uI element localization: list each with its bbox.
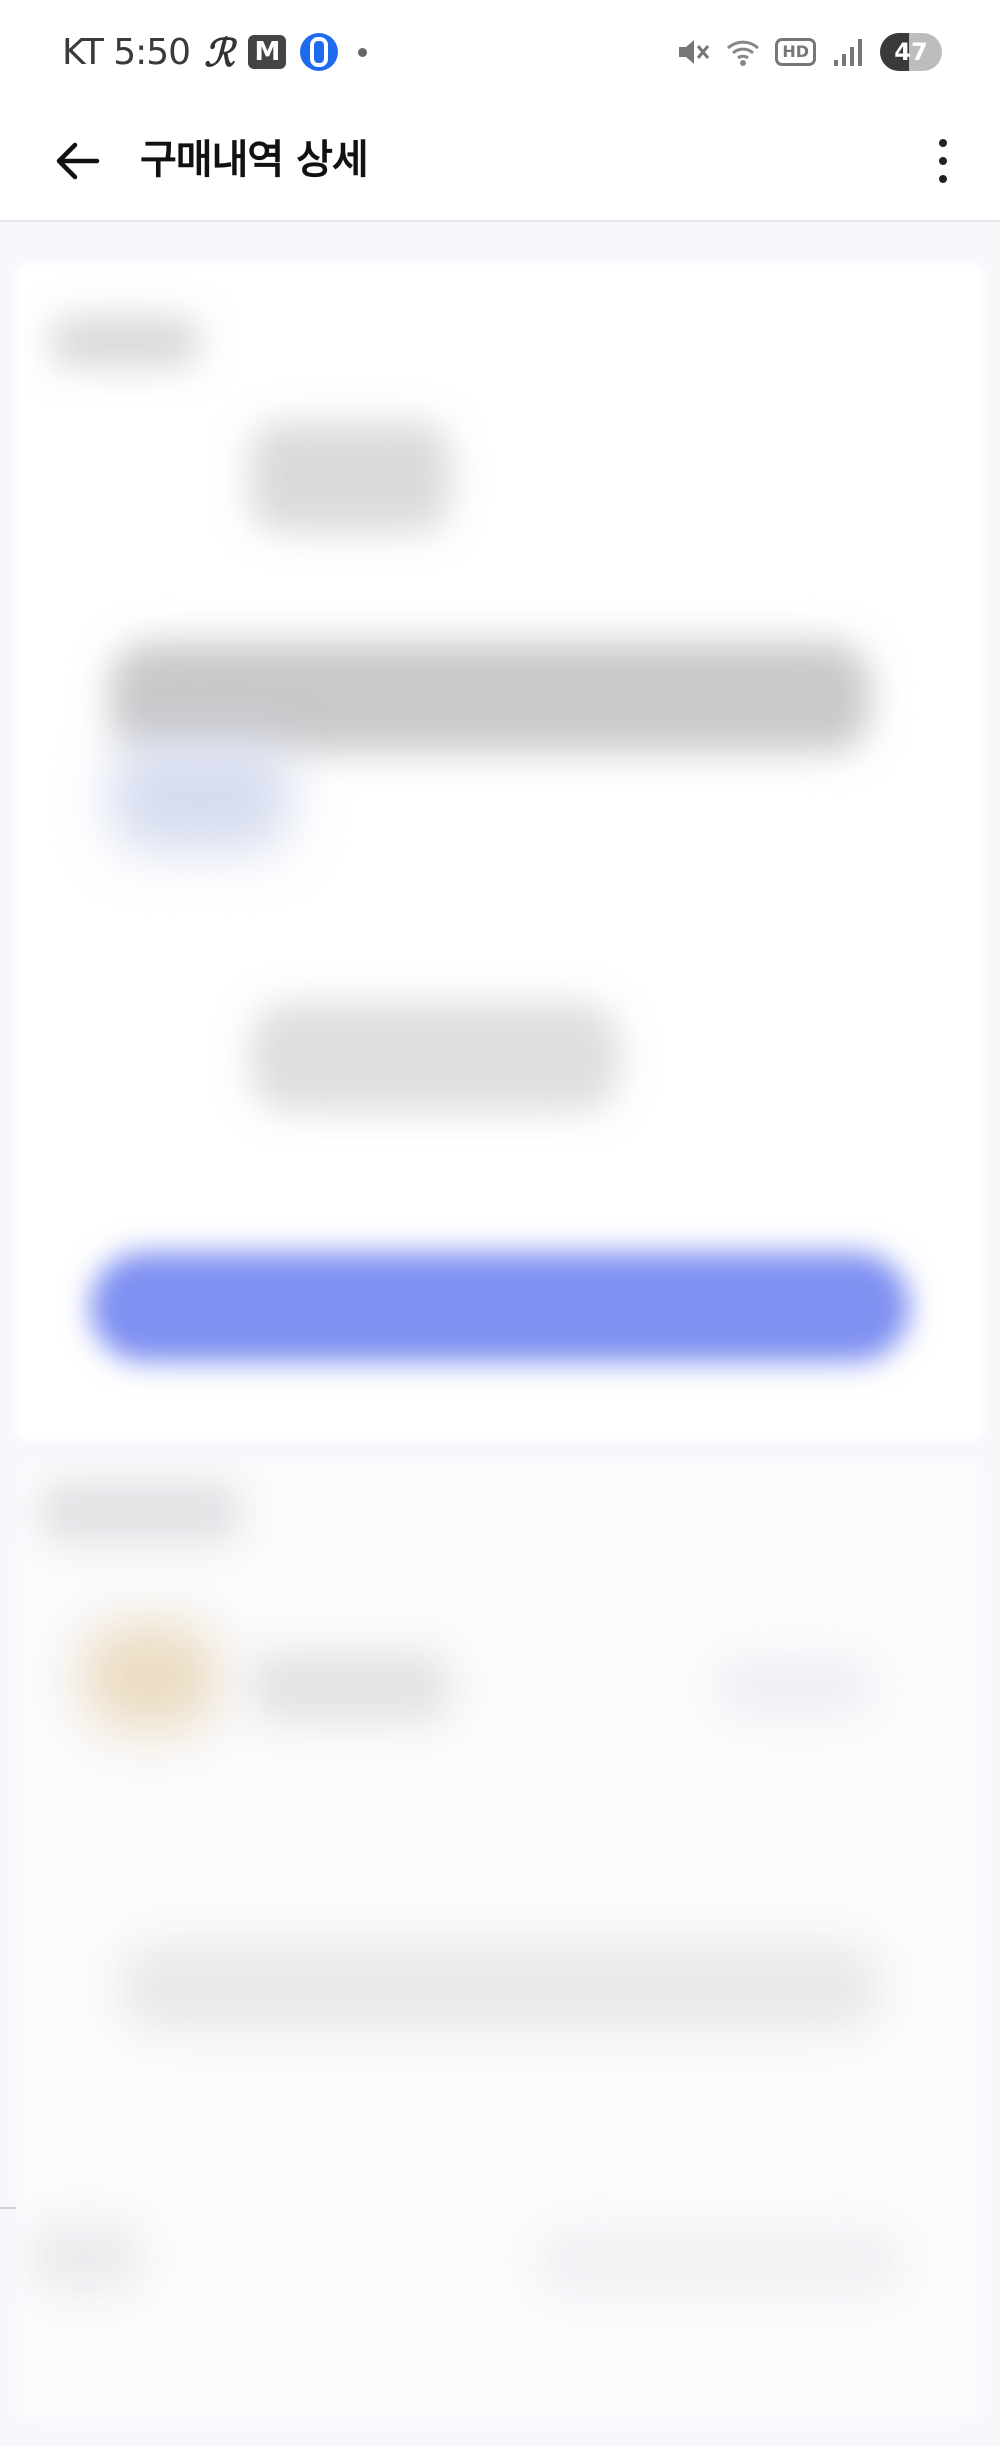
- blurred-payment-logo: [80, 1622, 220, 1732]
- status-bar: KT 5:50 ℛ M HD 47: [0, 0, 1000, 104]
- notification-dot-icon: [358, 47, 368, 57]
- battery-icon: 47: [880, 33, 942, 71]
- blurred-product-thumb: [110, 742, 290, 852]
- app-r-icon: ℛ: [204, 29, 235, 75]
- status-right: HD 47: [675, 30, 942, 74]
- blurred-product-description: [110, 642, 870, 752]
- hd-voice-icon: HD: [775, 38, 816, 66]
- status-left: KT 5:50 ℛ M: [62, 28, 368, 76]
- arrow-left-icon: [56, 142, 100, 180]
- blurred-price: [250, 1002, 620, 1112]
- blurred-payment-label: [40, 1482, 240, 1542]
- more-options-button[interactable]: [910, 126, 976, 196]
- purchase-detail-content: [0, 222, 1000, 2446]
- app-bar: 구매내역 상세: [0, 104, 1000, 222]
- blurred-product-name: [250, 422, 450, 532]
- blurred-payment-note: [120, 1942, 880, 2032]
- more-vertical-icon: [939, 139, 947, 147]
- blurred-footer-value: [540, 2232, 900, 2292]
- blurred-primary-button[interactable]: [90, 1252, 910, 1362]
- battery-level: 47: [894, 38, 928, 66]
- blurred-payment-method: [250, 1652, 450, 1722]
- signal-icon: [830, 34, 866, 70]
- app-o-icon: [300, 33, 339, 71]
- blurred-footer-label: [30, 2222, 140, 2292]
- blurred-section-label: [50, 317, 200, 367]
- back-button[interactable]: [44, 128, 110, 194]
- wifi-icon: [725, 34, 761, 70]
- mute-icon: [675, 34, 711, 70]
- app-m-icon: M: [248, 35, 287, 69]
- blurred-payment-amount: [720, 1662, 870, 1712]
- carrier-time: KT 5:50: [62, 31, 191, 73]
- divider: [0, 2207, 16, 2209]
- page-title: 구매내역 상세: [140, 137, 369, 183]
